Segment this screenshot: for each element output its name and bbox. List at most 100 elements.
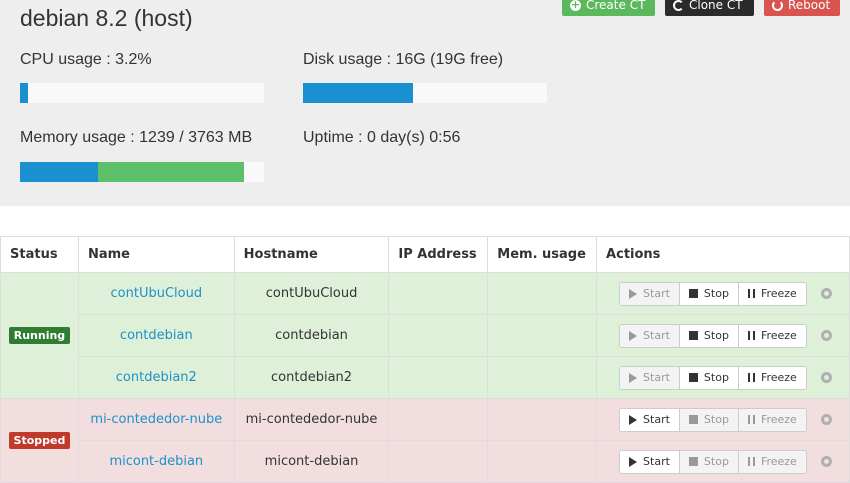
container-name-link[interactable]: contdebian — [120, 328, 193, 343]
header-name: Name — [77, 236, 235, 273]
stop-label: Stop — [703, 287, 729, 300]
create-ct-label: Create CT — [586, 0, 646, 12]
play-icon — [629, 414, 638, 425]
table-row: micont-debian micont-debian Start Stop F… — [1, 440, 850, 483]
pause-icon — [747, 457, 755, 466]
container-name-link[interactable]: contdebian2 — [116, 370, 197, 385]
cpu-usage-bar — [20, 83, 264, 103]
actions-cell: Start Stop Freeze — [596, 314, 850, 357]
start-button[interactable]: Start — [620, 450, 680, 473]
actions-cell: Start Stop Freeze — [596, 272, 850, 315]
play-icon — [629, 330, 638, 341]
memory-cached-fill — [98, 162, 245, 182]
mem-usage-cell — [487, 398, 598, 441]
pause-icon — [747, 415, 755, 424]
freeze-label: Freeze — [760, 287, 797, 300]
clone-ct-label: Clone CT — [689, 0, 743, 12]
freeze-label: Freeze — [760, 329, 797, 342]
freeze-button[interactable]: Freeze — [738, 282, 806, 305]
disk-usage-bar — [303, 83, 547, 103]
action-button-group: Start Stop Freeze — [619, 365, 807, 390]
action-button-group: Start Stop Freeze — [619, 281, 807, 306]
play-icon — [629, 372, 638, 383]
gear-icon[interactable] — [820, 372, 832, 383]
container-name-link[interactable]: micont-debian — [109, 454, 203, 469]
actions-cell: Start Stop Freeze — [596, 398, 850, 441]
freeze-label: Freeze — [760, 455, 797, 468]
freeze-button[interactable]: Freeze — [738, 408, 806, 431]
stop-button[interactable]: Stop — [679, 282, 739, 305]
stop-label: Stop — [703, 455, 729, 468]
start-label: Start — [643, 371, 670, 384]
uptime-label: Uptime : 0 day(s) 0:56 — [303, 129, 461, 146]
actions-cell: Start Stop Freeze — [596, 356, 850, 399]
freeze-button[interactable]: Freeze — [738, 366, 806, 389]
action-button-group: Start Stop Freeze — [619, 323, 807, 348]
mem-usage-cell — [487, 314, 598, 357]
freeze-label: Freeze — [760, 413, 797, 426]
status-cell: Running — [0, 272, 79, 399]
header-mem-usage: Mem. usage — [487, 236, 598, 273]
mem-usage-cell — [487, 440, 598, 483]
start-button[interactable]: Start — [620, 408, 680, 431]
start-button[interactable]: Start — [620, 366, 680, 389]
start-button[interactable]: Start — [620, 282, 680, 305]
memory-usage-bar — [20, 162, 264, 182]
gear-icon[interactable] — [820, 330, 832, 341]
name-cell: micont-debian — [77, 440, 235, 483]
pause-icon — [747, 373, 755, 382]
freeze-button[interactable]: Freeze — [738, 450, 806, 473]
stop-button[interactable]: Stop — [679, 324, 739, 347]
start-button[interactable]: Start — [620, 324, 680, 347]
stop-button[interactable]: Stop — [679, 366, 739, 389]
header-status: Status — [0, 236, 79, 273]
freeze-button[interactable]: Freeze — [738, 324, 806, 347]
stop-button[interactable]: Stop — [679, 450, 739, 473]
ip-address-cell — [388, 440, 489, 483]
header-ip-address: IP Address — [388, 236, 489, 273]
memory-used-fill — [20, 162, 99, 182]
action-button-group: Start Stop Freeze — [619, 449, 807, 474]
start-label: Start — [643, 413, 670, 426]
hostname-cell: contdebian2 — [233, 356, 390, 399]
gear-icon[interactable] — [820, 414, 832, 425]
hostname-cell: mi-contededor-nube — [233, 398, 390, 441]
play-icon — [629, 288, 638, 299]
gear-icon[interactable] — [820, 456, 832, 467]
container-name-link[interactable]: mi-contededor-nube — [90, 412, 222, 427]
name-cell: contUbuCloud — [77, 272, 235, 315]
host-title: debian 8.2 (host) — [20, 5, 193, 31]
create-ct-button[interactable]: Create CT — [562, 0, 655, 16]
mem-usage-cell — [487, 356, 598, 399]
pause-icon — [747, 331, 755, 340]
clone-ct-button[interactable]: Clone CT — [665, 0, 754, 16]
hostname-cell: contUbuCloud — [233, 272, 390, 315]
mem-usage-cell — [487, 272, 598, 315]
action-button-group: Start Stop Freeze — [619, 407, 807, 432]
reboot-button[interactable]: Reboot — [764, 0, 840, 16]
play-icon — [629, 456, 638, 467]
refresh-icon — [673, 0, 684, 11]
status-badge-stopped: Stopped — [8, 432, 71, 449]
gear-icon[interactable] — [820, 288, 832, 299]
actions-cell: Start Stop Freeze — [596, 440, 850, 483]
header-hostname: Hostname — [233, 236, 390, 273]
table-row: contdebian2 contdebian2 Start Stop Freez… — [1, 356, 850, 399]
header-actions: Actions — [596, 236, 850, 273]
container-name-link[interactable]: contUbuCloud — [111, 286, 203, 301]
ip-address-cell — [388, 356, 489, 399]
plus-circle-icon — [570, 0, 581, 16]
stop-button[interactable]: Stop — [679, 408, 739, 431]
table-row: Running contUbuCloud contUbuCloud Start … — [0, 272, 850, 399]
stop-label: Stop — [703, 329, 729, 342]
name-cell: mi-contededor-nube — [77, 398, 235, 441]
stop-label: Stop — [703, 413, 729, 426]
start-label: Start — [643, 329, 670, 342]
cpu-usage-label: CPU usage : 3.2% — [20, 51, 152, 68]
containers-table: Status Name Hostname IP Address Mem. usa… — [0, 236, 850, 483]
cpu-usage-fill — [20, 83, 28, 103]
name-cell: contdebian2 — [77, 356, 235, 399]
hostname-cell: contdebian — [233, 314, 390, 357]
hostname-cell: micont-debian — [233, 440, 390, 483]
status-badge-running: Running — [8, 327, 71, 344]
